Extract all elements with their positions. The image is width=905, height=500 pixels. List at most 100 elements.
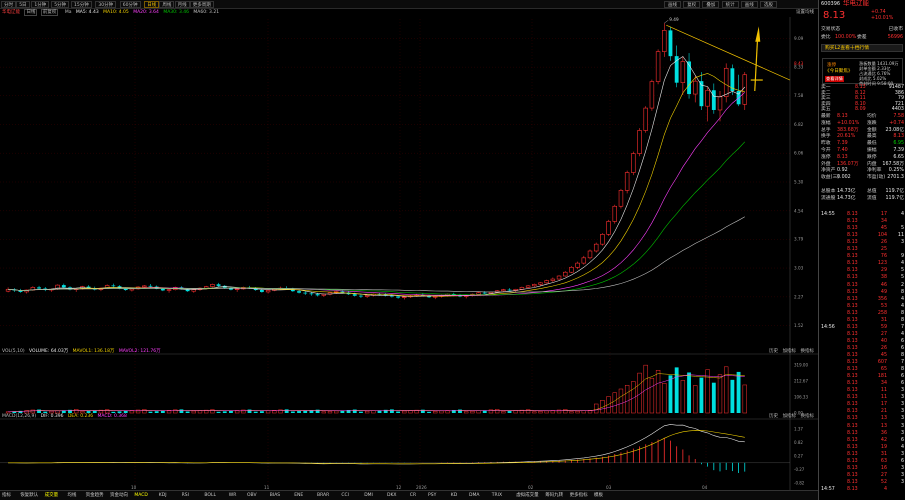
- indicator-tab-19[interactable]: PSY: [428, 492, 436, 500]
- vol-history-button[interactable]: 历史: [769, 349, 778, 354]
- indicator-tab-9[interactable]: BOLL: [204, 492, 216, 500]
- indicator-tab-13[interactable]: ENE: [294, 492, 303, 500]
- tick-row: 8.13 25: [821, 247, 904, 253]
- indicator-tab-1[interactable]: 恢复默认: [20, 492, 38, 500]
- tool-button-1[interactable]: 复权: [683, 1, 701, 8]
- indicator-tab-5[interactable]: 资金动向: [110, 492, 128, 500]
- indicator-tab-2[interactable]: 成交量: [45, 492, 59, 500]
- indicator-tab-16[interactable]: DMI: [364, 492, 373, 500]
- candle-body: [612, 205, 617, 222]
- candle-body: [364, 295, 370, 297]
- indicator-tab-24[interactable]: 筹码九转: [545, 492, 563, 500]
- stat-value: 6.65: [893, 154, 904, 160]
- tick-count: 5: [900, 268, 904, 274]
- candle-body: [655, 51, 661, 82]
- indicator-tab-7[interactable]: KDJ: [159, 492, 167, 500]
- tick-price: 8.13: [847, 268, 858, 274]
- vol-switch-indicator-button[interactable]: 换指标: [801, 349, 815, 354]
- order-book-row: 卖五 8.09 4403: [821, 107, 904, 113]
- candle-body: [234, 288, 240, 290]
- period-button-5[interactable]: 30分钟: [95, 1, 117, 8]
- period-button-0[interactable]: 分时: [1, 1, 16, 8]
- candle-body: [643, 107, 648, 131]
- stat-label: 涨跌: [867, 120, 877, 126]
- indicator-tab-3[interactable]: 均线: [67, 492, 76, 500]
- tool-button-0[interactable]: 画线: [664, 1, 681, 8]
- stat-label: 跌停: [867, 154, 877, 160]
- tick-volume: 76: [880, 254, 887, 260]
- candle-body: [662, 30, 667, 52]
- period-button-7[interactable]: 日线: [144, 1, 160, 8]
- macd-history-button[interactable]: 历史: [769, 414, 778, 419]
- indicator-tab-17[interactable]: DKX: [387, 492, 397, 500]
- dif-line: [8, 424, 745, 465]
- volume-tick-label: 212.67: [794, 379, 808, 384]
- ad-card[interactable]: 涨停 《今日聚焦》 查看详情 涨板数量 1431.09万 封单金额 2.33亿 …: [822, 58, 903, 86]
- stat-row: [821, 182, 904, 188]
- candle-body: [265, 290, 271, 293]
- stat-row: 收益(三) 0.002 市盈(动) 2701.3: [821, 175, 904, 181]
- indicator-tab-6[interactable]: MACD: [134, 492, 148, 500]
- tick-price: 8.13: [847, 296, 858, 302]
- macd-switch-indicator-button[interactable]: 换指标: [801, 414, 815, 419]
- ma-setting-button[interactable]: 设置均线: [796, 9, 814, 17]
- candle-body: [129, 288, 135, 291]
- dif-value: DIF: 0.396: [40, 414, 64, 419]
- volume-bar: [687, 372, 691, 413]
- volume-bar: [742, 384, 747, 414]
- tick-volume: 258: [877, 310, 887, 316]
- stat-value: 20.61%: [837, 134, 856, 140]
- indicator-tab-18[interactable]: CR: [410, 492, 416, 500]
- period-tag[interactable]: 日线: [24, 9, 38, 16]
- tool-button-2[interactable]: 叠加: [702, 1, 720, 8]
- l2-banner[interactable]: 购买L2查看十档行情: [821, 44, 903, 52]
- candle-body: [525, 285, 531, 288]
- candle-body: [210, 284, 215, 287]
- tool-button-3[interactable]: 统计: [721, 1, 739, 8]
- stat-value: 383.68万: [837, 127, 859, 133]
- indicator-tab-10[interactable]: WR: [229, 492, 237, 500]
- vol-add-indicator-button[interactable]: 加指标: [783, 349, 797, 354]
- indicator-tab-8[interactable]: RSI: [182, 492, 189, 500]
- stat-label: 换手: [821, 134, 831, 140]
- macd-add-indicator-button[interactable]: 加指标: [783, 414, 797, 419]
- tick-volume: 11: [880, 388, 887, 394]
- period-button-10[interactable]: 更多周期: [189, 1, 214, 8]
- period-button-1[interactable]: 5日: [16, 1, 30, 8]
- tick-count: 6: [900, 458, 904, 464]
- indicator-tab-0[interactable]: 指标: [2, 492, 11, 500]
- period-button-3[interactable]: 5分钟: [51, 1, 70, 8]
- tick-volume: 27: [880, 472, 887, 478]
- indicator-tab-21[interactable]: DMA: [469, 492, 479, 500]
- period-button-9[interactable]: 月线: [174, 1, 190, 8]
- indicator-tab-23[interactable]: 虚拟成交量: [516, 492, 539, 500]
- period-button-6[interactable]: 60分钟: [119, 1, 141, 8]
- indicator-tab-14[interactable]: BRAR: [317, 492, 329, 500]
- indicator-tab-20[interactable]: KD: [451, 492, 457, 500]
- volume-bar: [662, 383, 667, 414]
- indicator-tab-4[interactable]: 资金趋势: [86, 492, 104, 500]
- candle-body: [396, 296, 401, 298]
- indicator-tab-15[interactable]: CCI: [341, 492, 349, 500]
- candle-body: [705, 89, 710, 107]
- tick-volume: 34: [880, 219, 887, 225]
- tool-button-4[interactable]: 画线: [740, 1, 758, 8]
- tick-count: 4: [900, 303, 904, 309]
- tool-button-5[interactable]: 选股: [760, 1, 777, 8]
- price-tick-label: 6.82: [794, 122, 804, 127]
- indicator-tab-25[interactable]: 更多指标: [570, 492, 588, 500]
- indicator-tab-11[interactable]: OBV: [247, 492, 257, 500]
- candle-body: [711, 90, 716, 110]
- indicator-tab-22[interactable]: TRIX: [492, 492, 502, 500]
- period-button-2[interactable]: 1分钟: [31, 1, 50, 8]
- indicator-tab-12[interactable]: BIAS: [270, 492, 280, 500]
- stat-value: 7.39: [893, 148, 904, 153]
- tick-count: 6: [900, 338, 904, 344]
- period-button-4[interactable]: 15分钟: [71, 1, 92, 8]
- panel-header: 600396 华电辽能: [821, 0, 903, 7]
- candle-body: [693, 80, 698, 95]
- adjust-tag[interactable]: 前复权: [40, 9, 59, 16]
- period-button-8[interactable]: 周线: [159, 1, 175, 8]
- indicator-tab-26[interactable]: 模板: [594, 492, 603, 500]
- tick-row: 8.13 34: [821, 219, 904, 225]
